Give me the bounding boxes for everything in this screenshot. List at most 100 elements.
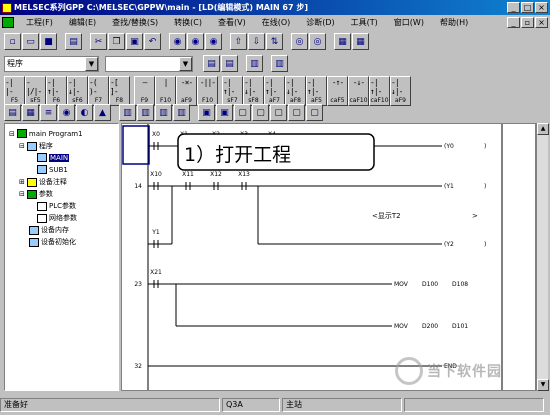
entry-data-monitor-icon[interactable]: ▦ xyxy=(334,33,351,50)
monitor-stop-icon[interactable]: ◎ xyxy=(309,33,326,50)
tree-node-plc-params[interactable]: PLC参数 xyxy=(37,201,76,211)
status-station: 主站 xyxy=(282,398,402,412)
program-type-select[interactable]: 程序 ▼ xyxy=(4,55,99,72)
parallel-falling-button[interactable]: -|↓|- aF8 xyxy=(285,75,306,106)
tree-node-root[interactable]: ⊟ main Program1 xyxy=(9,129,83,138)
save-icon[interactable]: ■ xyxy=(40,33,57,50)
operation-rising-button[interactable]: -↑- caF5 xyxy=(327,75,348,106)
contact-no-button[interactable]: -| |- F5 xyxy=(4,75,25,106)
monitor-write-mode-icon[interactable]: ▥ xyxy=(173,104,190,121)
undo-icon[interactable]: ↶ xyxy=(144,33,161,50)
find-device-icon[interactable]: ◉ xyxy=(169,33,186,50)
tree-node-device-init[interactable]: 设备初始化 xyxy=(29,237,76,247)
menu-find-replace[interactable]: 查找/替换(S) xyxy=(104,17,166,28)
new-file-icon[interactable]: ▫ xyxy=(4,33,21,50)
parallel-rising-button[interactable]: -|↑|- aF7 xyxy=(264,75,285,106)
minimize-button[interactable]: _ xyxy=(507,2,520,13)
menu-convert[interactable]: 转换(C) xyxy=(166,17,210,28)
ladder-editor[interactable]: 14 23 32 X0 X1 X2 X3 X4 (Y0 ) 1）打开工程 X10… xyxy=(121,123,536,391)
close-button[interactable]: × xyxy=(535,2,548,13)
open-folder-icon[interactable]: ▭ xyxy=(22,33,39,50)
statement-icon[interactable]: ▢ xyxy=(252,104,269,121)
tree-node-params[interactable]: ⊟ 参数 xyxy=(19,189,53,199)
rising-pulse-button[interactable]: -|↑|- sF7 xyxy=(222,75,243,106)
mdi-restore-button[interactable]: ▫ xyxy=(521,17,534,28)
instruction-operand: D108 xyxy=(452,281,468,288)
device-test-icon[interactable]: ▢ xyxy=(306,104,323,121)
menu-edit[interactable]: 编辑(E) xyxy=(61,17,104,28)
comment-toggle-icon[interactable]: ▥ xyxy=(271,55,288,72)
delete-line-button[interactable]: -×- aF9 xyxy=(176,75,197,106)
tree-node-sub1[interactable]: SUB1 xyxy=(37,165,68,174)
contact-nc-button[interactable]: -|/|- sF5 xyxy=(25,75,46,106)
contact-label: X10 xyxy=(150,171,162,178)
falling-pulse-button[interactable]: -|↓|- sF8 xyxy=(243,75,264,106)
tree-node-device-comment[interactable]: ⊞ 设备注释 xyxy=(19,177,67,187)
step-read-icon[interactable]: ▥ xyxy=(246,55,263,72)
chevron-down-icon[interactable]: ▼ xyxy=(179,56,192,71)
rising-negated-button[interactable]: -|↑|- aF5 xyxy=(306,75,327,106)
operation-falling-button[interactable]: -↓- caF10 xyxy=(348,75,369,106)
tree-node-program[interactable]: ⊟ 程序 xyxy=(19,141,53,151)
menu-online[interactable]: 在线(O) xyxy=(254,17,299,28)
params-folder-icon xyxy=(26,189,37,199)
tree-node-device-memory[interactable]: 设备内存 xyxy=(29,225,69,235)
status-cpu: Q3A xyxy=(222,398,280,412)
application-instruction-button[interactable]: -[ ]- F8 xyxy=(109,75,130,106)
tree-node-main[interactable]: MAIN xyxy=(37,153,70,162)
zoom-icon[interactable]: ◉ xyxy=(58,104,75,121)
menu-diagnose[interactable]: 诊断(D) xyxy=(298,17,342,28)
convert-icon[interactable]: ▣ xyxy=(198,104,215,121)
find-instruction-icon[interactable]: ◉ xyxy=(187,33,204,50)
read-plc-icon[interactable]: ⇩ xyxy=(248,33,265,50)
status-bar: 准备好 Q3A 主站 xyxy=(0,397,550,413)
mdi-minimize-button[interactable]: _ xyxy=(507,17,520,28)
write-mode-icon[interactable]: ▥ xyxy=(137,104,154,121)
cut-icon[interactable]: ✂ xyxy=(90,33,107,50)
alias-icon[interactable]: ▢ xyxy=(288,104,305,121)
parallel-no-button[interactable]: -|↑|- F6 xyxy=(46,75,67,106)
verify-plc-icon[interactable]: ⇅ xyxy=(266,33,283,50)
ladder-view-icon[interactable]: ▦ xyxy=(22,104,39,121)
vertical-line-button[interactable]: | F10 xyxy=(155,75,176,106)
parallel-nc-button[interactable]: -|↓|- sF6 xyxy=(67,75,88,106)
coil-button[interactable]: -( )- F7 xyxy=(88,75,109,106)
tree-node-network-params[interactable]: 网络参数 xyxy=(37,213,77,223)
read-mode-icon[interactable]: ▥ xyxy=(119,104,136,121)
window-title: MELSEC系列GPP C:\MELSEC\GPPW\main - [LD(编辑… xyxy=(14,3,309,12)
chevron-down-icon[interactable]: ▼ xyxy=(85,56,98,71)
copy-icon[interactable]: ❐ xyxy=(108,33,125,50)
invert-operation-button[interactable]: -|↓|- aF9 xyxy=(390,75,411,106)
program-name-select[interactable]: ▼ xyxy=(105,55,193,72)
vertical-scrollbar[interactable]: ▲ ▼ xyxy=(536,123,549,391)
convert-all-icon[interactable]: ▣ xyxy=(216,104,233,121)
menu-help[interactable]: 帮助(H) xyxy=(432,17,476,28)
scroll-up-icon[interactable]: ▲ xyxy=(537,123,549,135)
project-data-list-icon[interactable]: ▤ xyxy=(4,104,21,121)
find-contact-icon[interactable]: ◉ xyxy=(205,33,222,50)
menu-project[interactable]: 工程(F) xyxy=(18,17,61,28)
maximize-button[interactable]: □ xyxy=(521,2,534,13)
write-plc-icon[interactable]: ⇧ xyxy=(230,33,247,50)
pulse-conversion-button[interactable]: -|↑|- caF10 xyxy=(369,75,390,106)
menu-view[interactable]: 查看(V) xyxy=(210,17,254,28)
mdi-close-button[interactable]: × xyxy=(535,17,548,28)
note-icon[interactable]: ▢ xyxy=(270,104,287,121)
monitor-mode-icon[interactable]: ▥ xyxy=(155,104,172,121)
paste-icon[interactable]: ▣ xyxy=(126,33,143,50)
delete-vertical-button[interactable]: -||- F10 xyxy=(197,75,218,106)
menu-window[interactable]: 窗口(W) xyxy=(386,17,432,28)
alarm-icon[interactable]: ▲ xyxy=(94,104,111,121)
monitor-icon[interactable]: ◎ xyxy=(291,33,308,50)
menu-tools[interactable]: 工具(T) xyxy=(343,17,386,28)
batch-monitor-icon[interactable]: ▦ xyxy=(352,33,369,50)
print-icon[interactable]: ▤ xyxy=(65,33,82,50)
sample-icon[interactable]: ◐ xyxy=(76,104,93,121)
title-bar: MELSEC系列GPP C:\MELSEC\GPPW\main - [LD(编辑… xyxy=(0,0,550,15)
list-view-icon[interactable]: ≡ xyxy=(40,104,57,121)
horizontal-line-button[interactable]: — F9 xyxy=(134,75,155,106)
comment-icon[interactable]: ▢ xyxy=(234,104,251,121)
device-list-icon[interactable]: ▤ xyxy=(221,55,238,72)
program-list-icon[interactable]: ▤ xyxy=(203,55,220,72)
scroll-down-icon[interactable]: ▼ xyxy=(537,379,549,391)
